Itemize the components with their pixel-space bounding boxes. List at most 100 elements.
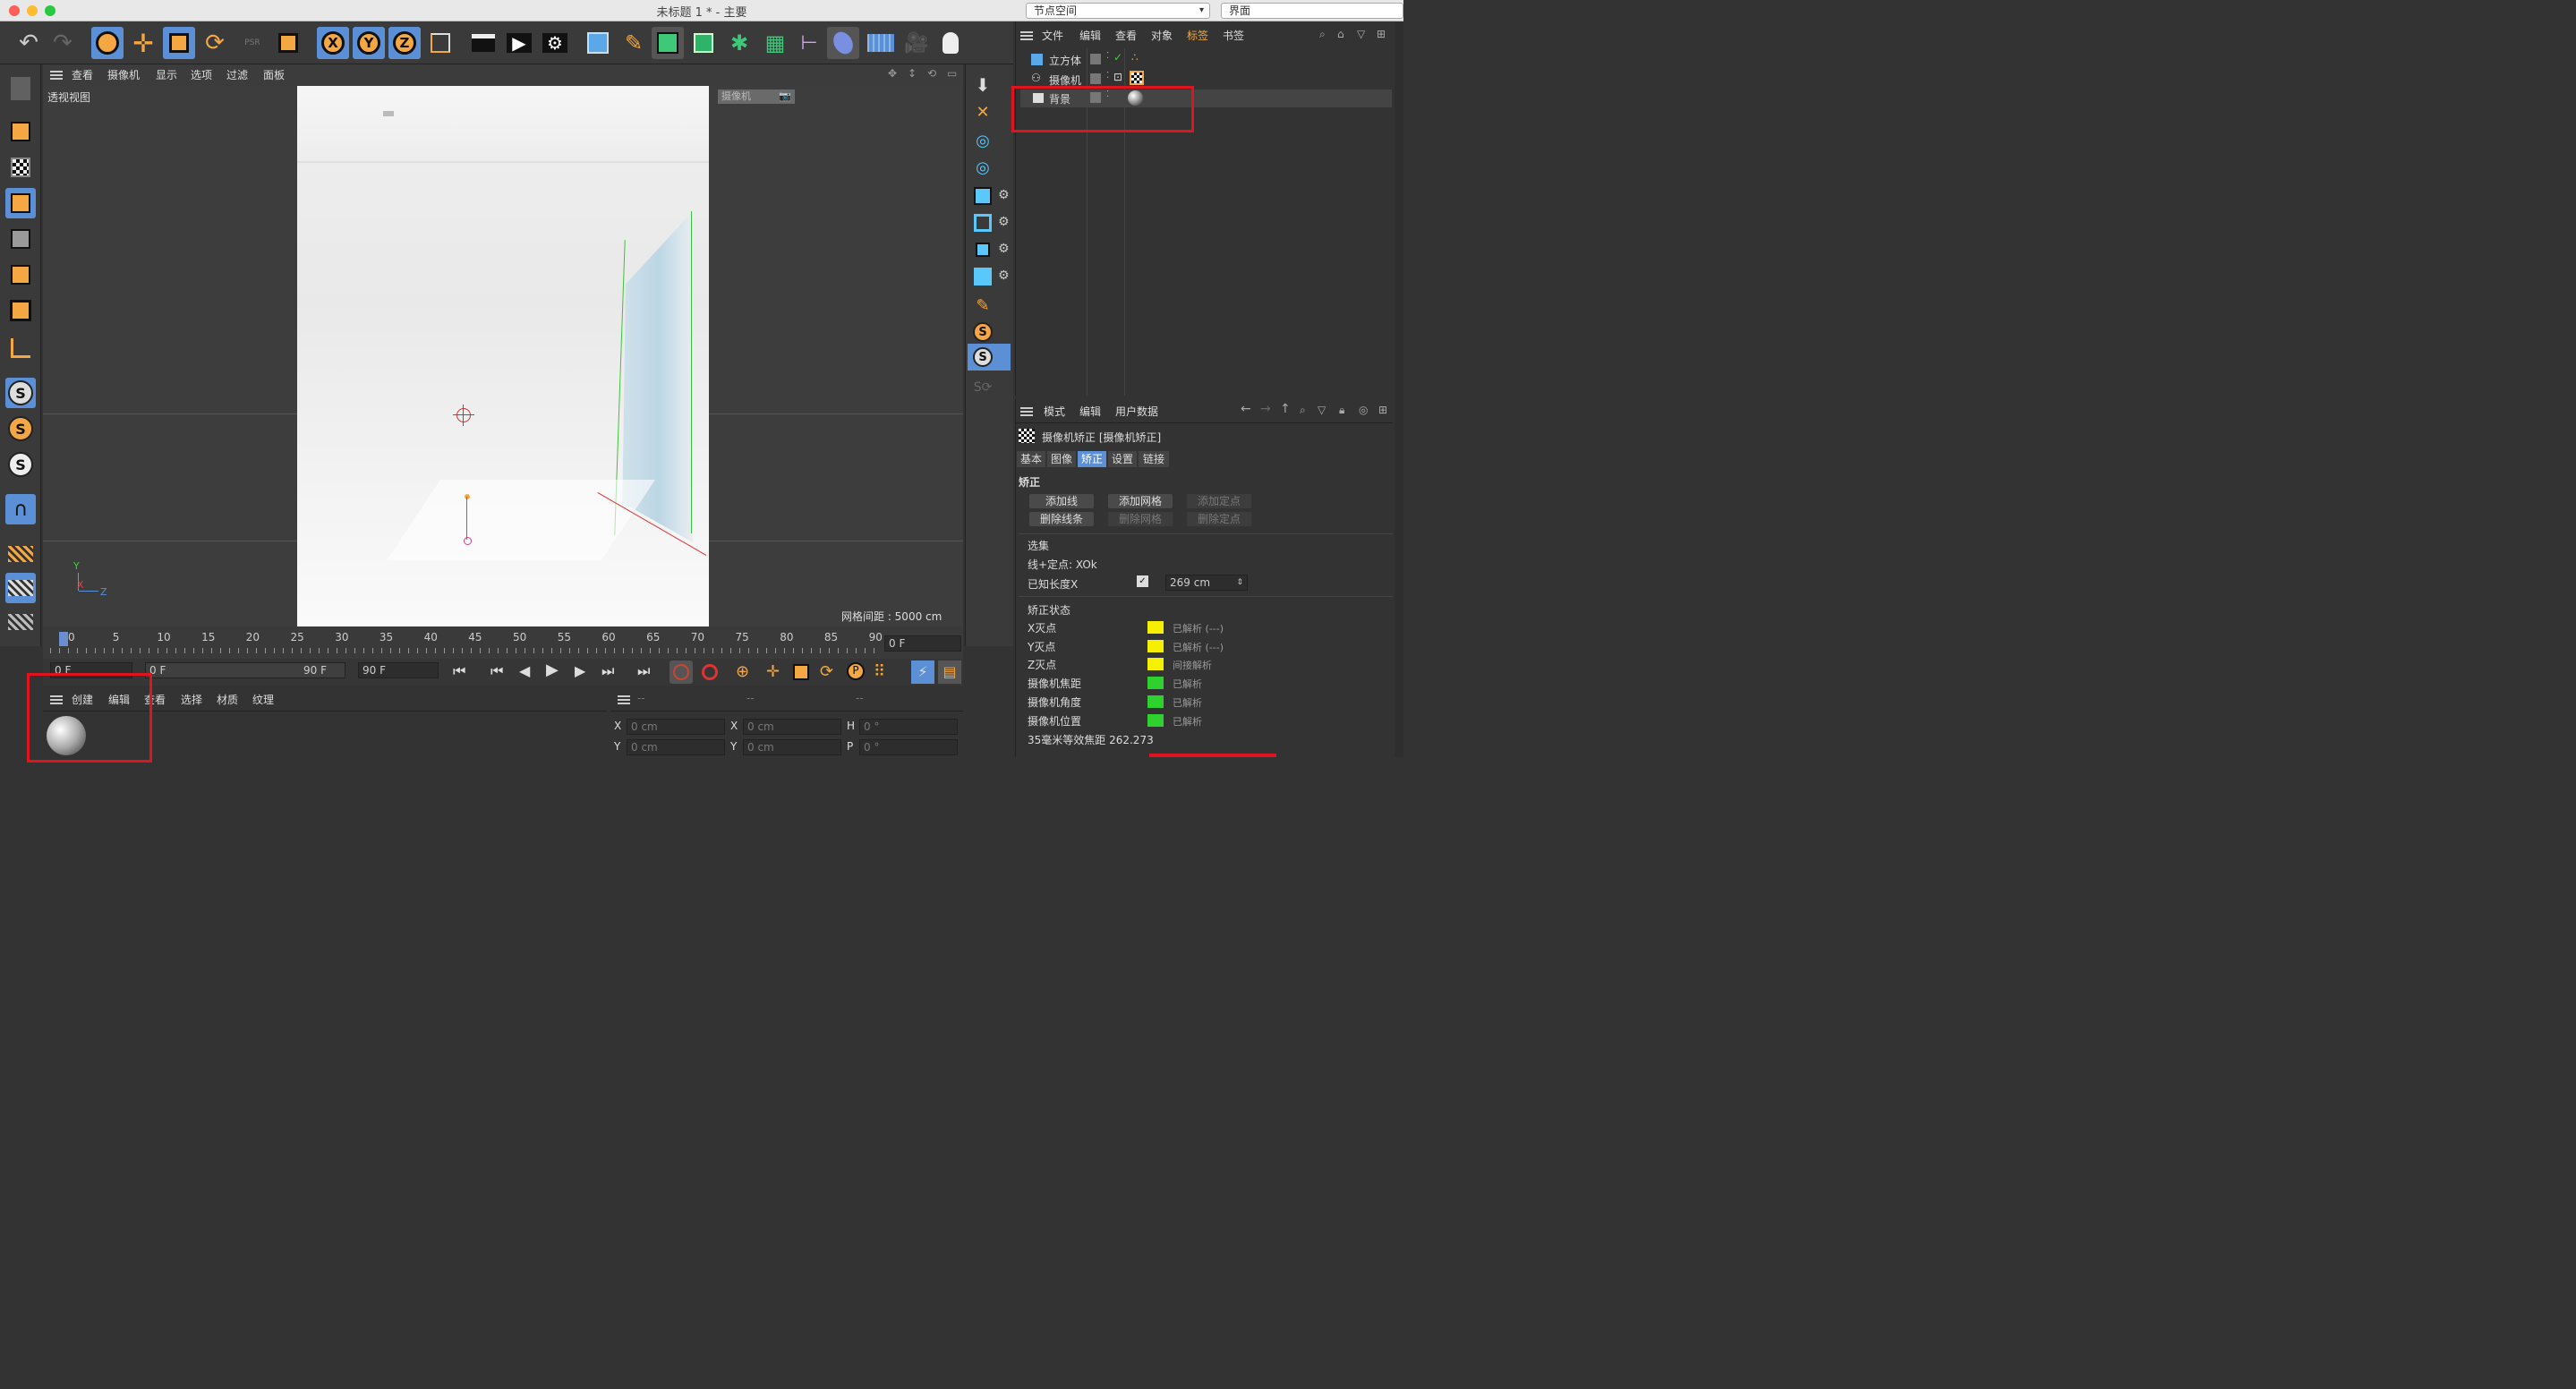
scheme-icon[interactable]: ⚡	[911, 660, 934, 684]
film-strip-icon[interactable]: ▤	[938, 660, 961, 684]
deformer-button[interactable]: ⊢	[793, 27, 825, 59]
frame-range-slider[interactable]: 0 F 90 F	[145, 662, 345, 678]
tab-link[interactable]: 链接	[1139, 451, 1169, 467]
camera-button[interactable]: 🎥	[900, 27, 933, 59]
rotate-tool-button[interactable]: ⟳	[199, 27, 231, 59]
orbit-view-icon[interactable]: ⟲	[927, 67, 936, 80]
boole-union-button[interactable]: ◎	[969, 127, 996, 154]
previous-frame-icon[interactable]: ◀	[519, 662, 530, 679]
tab-image[interactable]: 图像	[1047, 451, 1076, 467]
psr-button[interactable]: PSR	[236, 27, 269, 59]
viewport-menu-options[interactable]: 选项	[191, 67, 212, 82]
target-icon[interactable]: ◎	[1359, 404, 1368, 416]
dolly-view-icon[interactable]: ↕	[908, 67, 917, 80]
make-editable-button[interactable]	[5, 73, 36, 104]
known-length-checkbox[interactable]: ✓	[1137, 575, 1148, 587]
snap-button[interactable]: S	[5, 378, 36, 408]
snap-settings-button[interactable]: S	[5, 413, 36, 444]
subdivision-surface-button[interactable]	[652, 27, 684, 59]
gear-icon[interactable]: ⚙	[998, 188, 1010, 202]
rotation-key-icon[interactable]: ⟳	[820, 662, 833, 681]
viewport-menu-icon[interactable]	[50, 71, 63, 80]
extrude-generator-button[interactable]	[687, 27, 720, 59]
object-menu-tags[interactable]: 标签	[1187, 28, 1208, 43]
new-panel-icon[interactable]: ⊞	[1377, 28, 1386, 40]
pos-x-field[interactable]: 0 cm	[627, 719, 725, 735]
add-line-button[interactable]: 添加线	[1029, 494, 1094, 508]
attribute-menu-icon[interactable]	[1020, 407, 1033, 416]
uv-mode-button[interactable]	[5, 295, 36, 326]
gear-icon[interactable]: ⚙	[998, 268, 1010, 283]
new-panel-icon[interactable]: ⊞	[1378, 404, 1387, 416]
go-to-start-icon[interactable]: ⏮	[453, 662, 465, 680]
coordinate-system-button[interactable]	[424, 27, 456, 59]
snap-orange-button[interactable]: S	[969, 319, 996, 345]
end-frame-field[interactable]: 90 F	[358, 662, 439, 678]
tab-calibrate[interactable]: 矫正	[1078, 451, 1106, 467]
pen-tool-button[interactable]: ✎	[969, 292, 996, 319]
protection-tag-icon[interactable]: ⊡	[1113, 71, 1122, 83]
material-menu-select[interactable]: 选择	[181, 692, 202, 707]
back-arrow-icon[interactable]: ←	[1241, 402, 1251, 416]
guide-handle-top[interactable]	[465, 494, 470, 499]
viewport-menu-display[interactable]: 显示	[156, 67, 177, 82]
axis-mode-button[interactable]	[5, 333, 36, 363]
node-space-select[interactable]: 节点空间 ▾	[1026, 3, 1210, 19]
viewport-menu-camera[interactable]: 摄像机	[107, 67, 140, 82]
object-menu-file[interactable]: 文件	[1042, 28, 1063, 43]
texture-mode-button[interactable]	[5, 152, 36, 183]
viewport-menu-panel[interactable]: 面板	[263, 67, 285, 82]
pen-spline-button[interactable]: ✎	[618, 27, 650, 59]
gear-icon[interactable]: ⚙	[998, 242, 1010, 256]
render-settings-button[interactable]: ⚙	[539, 27, 571, 59]
coords-menu-icon[interactable]	[618, 695, 630, 704]
field-button[interactable]	[827, 27, 859, 59]
workplane-rotate-button[interactable]	[5, 607, 36, 637]
optimize-button[interactable]	[969, 263, 996, 290]
pos-y-field[interactable]: 0 cm	[627, 739, 725, 755]
toggle-view-icon[interactable]: ▭	[947, 67, 957, 80]
add-fixed-point-button[interactable]: 添加定点	[1187, 494, 1251, 508]
z-axis-lock-button[interactable]: Z	[388, 27, 421, 59]
viewport-menu-view[interactable]: 查看	[72, 67, 93, 82]
model-mode-button[interactable]	[5, 116, 36, 147]
recent-tool-button[interactable]	[272, 27, 304, 59]
render-picture-viewer-button[interactable]: ▶	[503, 27, 535, 59]
tab-settings[interactable]: 设置	[1108, 451, 1137, 467]
layer-toggle-icon[interactable]	[1090, 73, 1101, 84]
perspective-viewport[interactable]: 透视视图 摄像机 📷 Y X Z 网格间距 : 5000 cm	[43, 86, 963, 626]
redo-button[interactable]: ↷	[47, 27, 79, 59]
undo-button[interactable]: ↶	[13, 27, 45, 59]
boole-subtract-button[interactable]: ◎	[969, 154, 996, 181]
delete-fixed-point-button[interactable]: 删除定点	[1187, 512, 1251, 526]
floor-button[interactable]	[865, 27, 897, 59]
snap-disabled-button[interactable]: S⟳	[969, 374, 996, 401]
material-menu-material[interactable]: 材质	[217, 692, 238, 707]
guide-handle-bottom[interactable]	[464, 537, 472, 545]
auto-key-button[interactable]	[698, 660, 721, 684]
delete-grid-button[interactable]: 删除网格	[1108, 512, 1173, 526]
material-menu-texture[interactable]: 纹理	[252, 692, 274, 707]
known-length-field[interactable]: 269 cm ⇕	[1165, 575, 1248, 591]
center-axis-button[interactable]: ✕	[969, 98, 996, 125]
workplane-snap-button[interactable]: S	[5, 449, 36, 480]
visibility-dots-icon[interactable]: ⁚	[1106, 71, 1109, 81]
attribute-menu-edit[interactable]: 编辑	[1079, 404, 1101, 419]
snap-active-button[interactable]: S	[968, 344, 1011, 371]
object-menu-bookmarks[interactable]: 书签	[1223, 28, 1244, 43]
pan-view-icon[interactable]: ✥	[888, 67, 897, 80]
mograph-cloner-button[interactable]: ✱	[723, 27, 755, 59]
forward-arrow-icon[interactable]: →	[1260, 402, 1271, 416]
polygons-mode-button[interactable]	[5, 260, 36, 290]
points-mode-button[interactable]	[5, 188, 36, 218]
magnet-tool-button[interactable]: ∩	[5, 494, 36, 524]
object-menu-object[interactable]: 对象	[1151, 28, 1173, 43]
enabled-check-icon[interactable]: ✓	[1113, 51, 1122, 64]
render-view-button[interactable]	[467, 27, 499, 59]
object-menu-view[interactable]: 查看	[1115, 28, 1137, 43]
record-disabled-button[interactable]	[670, 660, 693, 684]
current-frame-field[interactable]: 0 F	[884, 635, 961, 652]
connect-objects-button[interactable]	[969, 183, 996, 209]
join-objects-button[interactable]	[969, 209, 996, 236]
playhead[interactable]	[59, 632, 68, 646]
